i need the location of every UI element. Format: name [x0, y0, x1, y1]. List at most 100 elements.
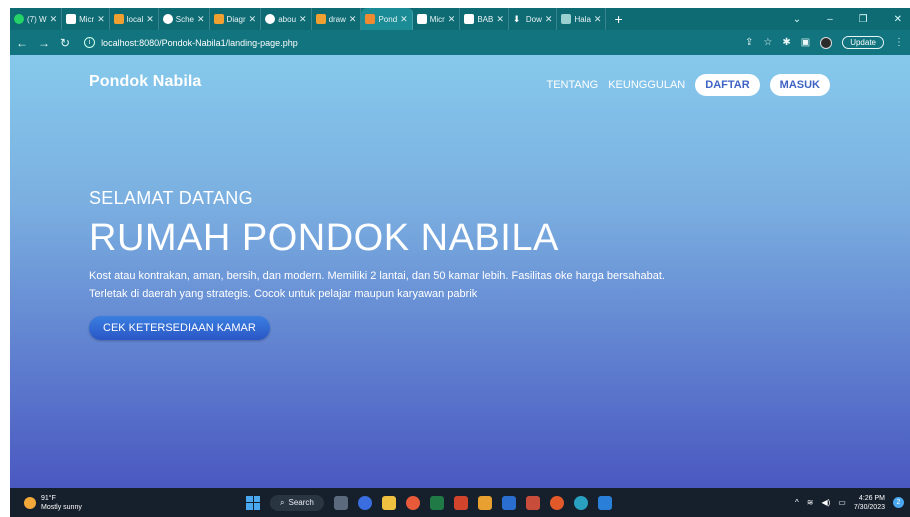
close-tab-icon[interactable]: ✕: [349, 14, 357, 25]
word-icon[interactable]: [501, 495, 516, 510]
side-panel-icon[interactable]: ▣: [801, 37, 810, 48]
browser-toolbar: ← → ↻ i localhost:8080/Pondok-Nabila1/la…: [10, 30, 910, 55]
browser-tab[interactable]: abou ✕: [261, 8, 312, 30]
close-tab-icon[interactable]: ✕: [594, 14, 602, 25]
start-icon[interactable]: [246, 495, 260, 510]
browser-tab[interactable]: BAB ✕: [460, 8, 509, 30]
site-icon: [365, 14, 376, 24]
address-bar[interactable]: i localhost:8080/Pondok-Nabila1/landing-…: [80, 33, 735, 52]
xampp-icon[interactable]: [477, 495, 492, 510]
time: 4:26 PM: [858, 494, 885, 502]
temperature: 91°F: [41, 494, 56, 502]
browser-tab[interactable]: Micr ✕: [413, 8, 461, 30]
whatsapp-icon: [14, 14, 24, 24]
nav-keunggulan[interactable]: KEUNGGULAN: [608, 79, 685, 91]
weather-text: Mostly sunny: [41, 503, 82, 511]
close-tab-icon[interactable]: ✕: [299, 14, 307, 25]
browser-tab[interactable]: local ✕: [110, 8, 159, 30]
daftar-button[interactable]: DAFTAR: [695, 74, 760, 96]
taskbar-search[interactable]: ⌕ Search: [270, 494, 324, 511]
reload-icon[interactable]: ↻: [60, 36, 70, 50]
hero-description: Kost atau kontrakan, aman, bersih, dan m…: [89, 267, 849, 303]
close-tab-icon[interactable]: ✕: [97, 14, 105, 25]
extensions-icon[interactable]: ✱: [782, 37, 790, 48]
share-icon[interactable]: ⇪: [745, 37, 753, 48]
toolbar-actions: ⇪ ☆ ✱ ▣ Update ⋮: [745, 36, 904, 49]
task-view-icon[interactable]: [333, 495, 348, 510]
winrar-icon[interactable]: [525, 495, 540, 510]
phpmyadmin-icon: [113, 14, 124, 24]
close-tab-icon[interactable]: ✕: [400, 14, 408, 25]
system-tray: ^ ≋ ◀) ▭ 4:26 PM 7/30/2023 2: [795, 494, 904, 512]
search-icon: ⌕: [280, 497, 285, 507]
url-text[interactable]: localhost:8080/Pondok-Nabila1/landing-pa…: [101, 38, 298, 48]
document-icon: [66, 14, 77, 24]
screen: (7) W ✕ Micr ✕ local ✕ Sche ✕ Diagr ✕ abou ✕ d…: [0, 0, 910, 517]
close-tab-icon[interactable]: ✕: [249, 14, 257, 25]
nav-tentang[interactable]: TENTANG: [546, 79, 598, 91]
browser-tab[interactable]: ⬇ Dow ✕: [509, 8, 558, 30]
site-info-icon[interactable]: i: [84, 37, 96, 48]
browser-tab[interactable]: Sche ✕: [159, 8, 210, 30]
close-window-icon[interactable]: ✕: [894, 14, 902, 25]
chat-icon[interactable]: [357, 495, 372, 510]
new-tab-button[interactable]: +: [606, 11, 630, 27]
close-tab-icon[interactable]: ✕: [50, 14, 58, 25]
browser-tab[interactable]: Micr ✕: [62, 8, 110, 30]
weather-widget[interactable]: 91°F Mostly sunny: [10, 494, 82, 512]
browser-tab-active[interactable]: Pond ✕: [361, 8, 413, 30]
restore-icon[interactable]: ❐: [859, 14, 868, 25]
taskbar-apps: ⌕ Search: [246, 494, 612, 511]
drawio-icon: [315, 14, 326, 24]
globe-icon: [265, 14, 276, 24]
wifi-icon[interactable]: ≋: [807, 498, 814, 507]
document-icon: [416, 14, 427, 24]
page-icon: [561, 14, 572, 24]
browser-tab[interactable]: (7) W ✕: [10, 8, 63, 30]
chevron-up-icon[interactable]: ^: [795, 498, 799, 507]
edge-icon[interactable]: [573, 495, 588, 510]
volume-icon[interactable]: ◀): [821, 498, 830, 507]
close-tab-icon[interactable]: ✕: [496, 14, 504, 25]
close-tab-icon[interactable]: ✕: [146, 14, 154, 25]
forward-icon[interactable]: →: [38, 36, 50, 50]
close-tab-icon[interactable]: ✕: [545, 14, 553, 25]
hero-description-line: Terletak di daerah yang strategis. Cocok…: [89, 288, 478, 300]
tab-search-icon[interactable]: ⌄: [793, 14, 801, 25]
close-tab-icon[interactable]: ✕: [448, 14, 456, 25]
notification-badge[interactable]: 2: [893, 497, 904, 508]
browser-tab[interactable]: draw ✕: [312, 8, 362, 30]
check-availability-button[interactable]: CEK KETERSEDIAAN KAMAR: [89, 316, 270, 340]
browser-tab-strip: (7) W ✕ Micr ✕ local ✕ Sche ✕ Diagr ✕ abou ✕ d…: [10, 8, 910, 30]
chrome-icon[interactable]: [549, 495, 564, 510]
document-icon: [464, 14, 475, 24]
drawio-icon: [213, 14, 224, 24]
date: 7/30/2023: [853, 503, 885, 511]
update-button[interactable]: Update: [842, 36, 884, 49]
vscode-icon[interactable]: [597, 495, 612, 510]
landing-page: Pondok Nabila TENTANG KEUNGGULAN DAFTAR …: [10, 55, 910, 488]
globe-icon: [162, 14, 173, 24]
site-brand[interactable]: Pondok Nabila: [89, 73, 201, 91]
window-controls: ⌄ – ❐ ✕: [793, 14, 910, 25]
masuk-button[interactable]: MASUK: [769, 74, 830, 96]
taskbar: 91°F Mostly sunny ⌕ Search ^ ≋ ◀) ▭ 4:26…: [10, 488, 910, 517]
close-tab-icon[interactable]: ✕: [197, 14, 205, 25]
excel-icon[interactable]: [429, 495, 444, 510]
browser-tab[interactable]: Hala ✕: [557, 8, 607, 30]
site-nav: TENTANG KEUNGGULAN DAFTAR MASUK: [546, 74, 830, 96]
powerpoint-icon[interactable]: [453, 495, 468, 510]
back-icon[interactable]: ←: [16, 36, 28, 50]
hero-description-line: Kost atau kontrakan, aman, bersih, dan m…: [89, 270, 665, 282]
menu-kebab-icon[interactable]: ⋮: [894, 37, 904, 48]
profile-avatar[interactable]: [820, 36, 833, 49]
battery-icon[interactable]: ▭: [838, 498, 846, 507]
hero-title: RUMAH PONDOK NABILA: [89, 217, 559, 259]
chrome-icon[interactable]: [405, 495, 420, 510]
clock[interactable]: 4:26 PM 7/30/2023: [854, 494, 885, 512]
file-explorer-icon[interactable]: [381, 495, 396, 510]
bookmark-star-icon[interactable]: ☆: [763, 37, 772, 48]
browser-tab[interactable]: Diagr ✕: [210, 8, 262, 30]
minimize-icon[interactable]: –: [827, 14, 833, 25]
weather-sun-icon: [24, 496, 36, 509]
